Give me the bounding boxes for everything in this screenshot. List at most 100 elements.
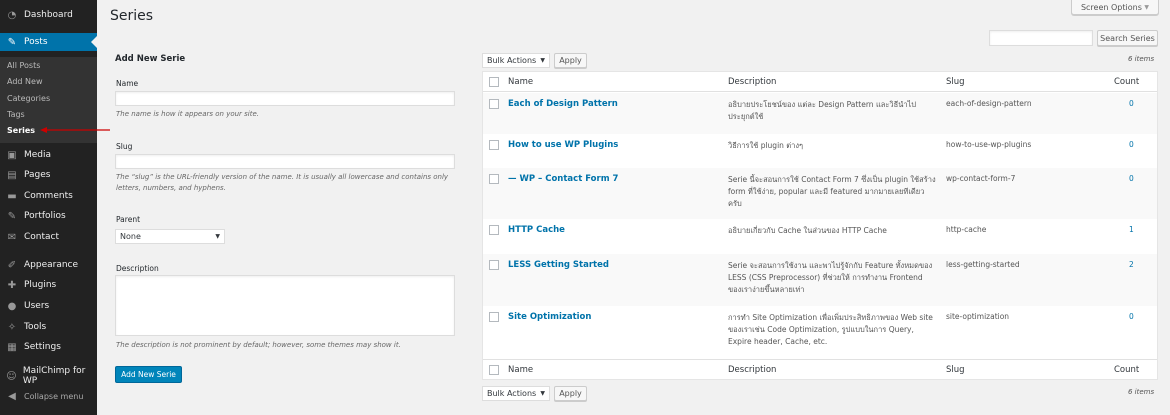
slug-field[interactable] [115, 154, 455, 169]
sidebar-item-posts[interactable]: ✎ Posts [0, 33, 97, 51]
table-row: LESS Getting Started Serie จะสอนการใช้งา… [483, 254, 1157, 306]
sidebar-item-contact[interactable]: ✉ Contact [0, 228, 97, 246]
media-icon: ▣ [7, 149, 17, 161]
admin-sidebar: ◔ Dashboard ✎ Posts All Posts Add New Ca… [0, 0, 97, 415]
description-label: Description [116, 264, 159, 273]
column-count-header[interactable]: Count [1114, 77, 1139, 87]
table-row: — WP – Contact Form 7 Serie นี้จะสอนการใ… [483, 168, 1157, 219]
sidebar-item-pages[interactable]: ▤ Pages [0, 166, 97, 184]
wrench-icon: ✧ [7, 321, 17, 333]
row-name-link[interactable]: Each of Design Pattern [508, 99, 618, 109]
collapse-menu[interactable]: ◀ Collapse menu [0, 387, 97, 405]
row-checkbox[interactable] [489, 99, 499, 109]
name-label: Name [116, 79, 139, 88]
chevron-down-icon: ▼ [540, 57, 545, 64]
description-field[interactable] [115, 275, 455, 336]
bulk-actions-select-top[interactable]: Bulk Actions ▼ [482, 53, 550, 68]
parent-select[interactable]: None ▼ [115, 229, 225, 244]
sidebar-item-media[interactable]: ▣ Media [0, 146, 97, 164]
row-name-link[interactable]: Site Optimization [508, 312, 591, 322]
page-icon: ▤ [7, 169, 17, 181]
table-row: Each of Design Pattern อธิบายประโยชน์ของ… [483, 93, 1157, 134]
table-row: HTTP Cache อธิบายเกี่ยวกับ Cache ในส่วนข… [483, 219, 1157, 254]
pin-icon: ✎ [7, 36, 17, 48]
screen-options-button[interactable]: Screen Options ▼ [1071, 0, 1159, 15]
row-description: การทำ Site Optimization เพื่อเพิ่มประสิท… [728, 313, 933, 346]
row-checkbox[interactable] [489, 312, 499, 322]
select-all-checkbox-footer[interactable] [489, 365, 499, 375]
row-slug: http-cache [946, 225, 987, 234]
column-description-header: Description [728, 77, 777, 87]
row-description: อธิบายเกี่ยวกับ Cache ในส่วนของ HTTP Cac… [728, 226, 887, 235]
row-count-link[interactable]: 2 [1129, 260, 1134, 269]
column-count-footer[interactable]: Count [1114, 365, 1139, 375]
submenu-series[interactable]: Series [7, 126, 35, 135]
description-help: The description is not prominent by defa… [116, 341, 401, 349]
column-slug-footer[interactable]: Slug [946, 365, 965, 375]
table-footer: Name Description Slug Count [483, 359, 1157, 379]
user-icon: ● [7, 300, 17, 312]
row-name-link[interactable]: HTTP Cache [508, 225, 565, 235]
add-new-serie-button[interactable]: Add New Serie [115, 366, 182, 383]
submenu-tags[interactable]: Tags [7, 110, 25, 119]
search-input[interactable] [989, 30, 1093, 46]
mailchimp-icon: ☺ [6, 370, 17, 382]
row-slug: wp-contact-form-7 [946, 174, 1016, 183]
submenu-categories[interactable]: Categories [7, 94, 50, 103]
sidebar-item-users[interactable]: ● Users [0, 297, 97, 315]
dashboard-icon: ◔ [7, 9, 17, 21]
row-checkbox[interactable] [489, 174, 499, 184]
table-header: Name Description Slug Count [483, 72, 1157, 92]
select-all-checkbox[interactable] [489, 77, 499, 87]
chevron-down-icon: ▼ [1144, 3, 1150, 11]
submenu-add-new[interactable]: Add New [7, 77, 42, 86]
row-count-link[interactable]: 0 [1129, 312, 1134, 321]
sidebar-item-dashboard[interactable]: ◔ Dashboard [0, 6, 97, 24]
sidebar-item-mailchimp[interactable]: ☺ MailChimp for WP [0, 366, 97, 386]
row-name-link[interactable]: LESS Getting Started [508, 260, 609, 270]
collapse-icon: ◀ [8, 390, 16, 402]
row-checkbox[interactable] [489, 225, 499, 235]
sidebar-item-plugins[interactable]: ✚ Plugins [0, 276, 97, 294]
row-count-link[interactable]: 0 [1129, 140, 1134, 149]
sidebar-item-appearance[interactable]: ✐ Appearance [0, 256, 97, 274]
row-count-link[interactable]: 1 [1129, 225, 1134, 234]
sidebar-item-comments[interactable]: ▬ Comments [0, 187, 97, 205]
apply-button-bottom[interactable]: Apply [554, 386, 587, 401]
slug-help: The “slug” is the URL-friendly version o… [116, 173, 449, 192]
row-count-link[interactable]: 0 [1129, 174, 1134, 183]
series-table: Name Description Slug Count Each of Desi… [482, 71, 1158, 380]
row-description: Serie จะสอนการใช้งาน และพาไปรู้จักกับ Fe… [728, 261, 933, 294]
annotation-arrow [40, 127, 110, 133]
column-name-footer[interactable]: Name [508, 365, 533, 375]
comment-icon: ▬ [7, 190, 17, 202]
table-row: How to use WP Plugins วิธีการใช้ plugin … [483, 134, 1157, 168]
row-checkbox[interactable] [489, 140, 499, 150]
sidebar-item-settings[interactable]: ▦ Settings [0, 338, 97, 356]
plugin-icon: ✚ [7, 279, 17, 291]
name-field[interactable] [115, 91, 455, 106]
parent-label: Parent [116, 215, 141, 224]
row-slug: each-of-design-pattern [946, 99, 1032, 108]
row-name-link[interactable]: How to use WP Plugins [508, 140, 618, 150]
item-count-top: 6 items [1128, 55, 1155, 63]
column-name-header[interactable]: Name [508, 77, 533, 87]
row-count-link[interactable]: 0 [1129, 99, 1134, 108]
search-series-button[interactable]: Search Series [1097, 30, 1158, 46]
submenu-all-posts[interactable]: All Posts [7, 61, 40, 70]
apply-button-top[interactable]: Apply [554, 53, 587, 68]
row-description: วิธีการใช้ plugin ต่างๆ [728, 141, 804, 150]
chevron-down-icon: ▼ [215, 233, 220, 240]
row-checkbox[interactable] [489, 260, 499, 270]
column-slug-header[interactable]: Slug [946, 77, 965, 87]
chevron-down-icon: ▼ [540, 390, 545, 397]
bulk-actions-select-bottom[interactable]: Bulk Actions ▼ [482, 386, 550, 401]
sidebar-item-portfolios[interactable]: ✎ Portfolios [0, 207, 97, 225]
active-menu-arrow [91, 36, 97, 48]
row-name-link[interactable]: — WP – Contact Form 7 [508, 174, 618, 184]
slug-label: Slug [116, 142, 133, 151]
mail-icon: ✉ [7, 231, 17, 243]
pin-icon: ✎ [7, 210, 17, 222]
item-count-bottom: 6 items [1128, 388, 1155, 396]
sidebar-item-tools[interactable]: ✧ Tools [0, 318, 97, 336]
